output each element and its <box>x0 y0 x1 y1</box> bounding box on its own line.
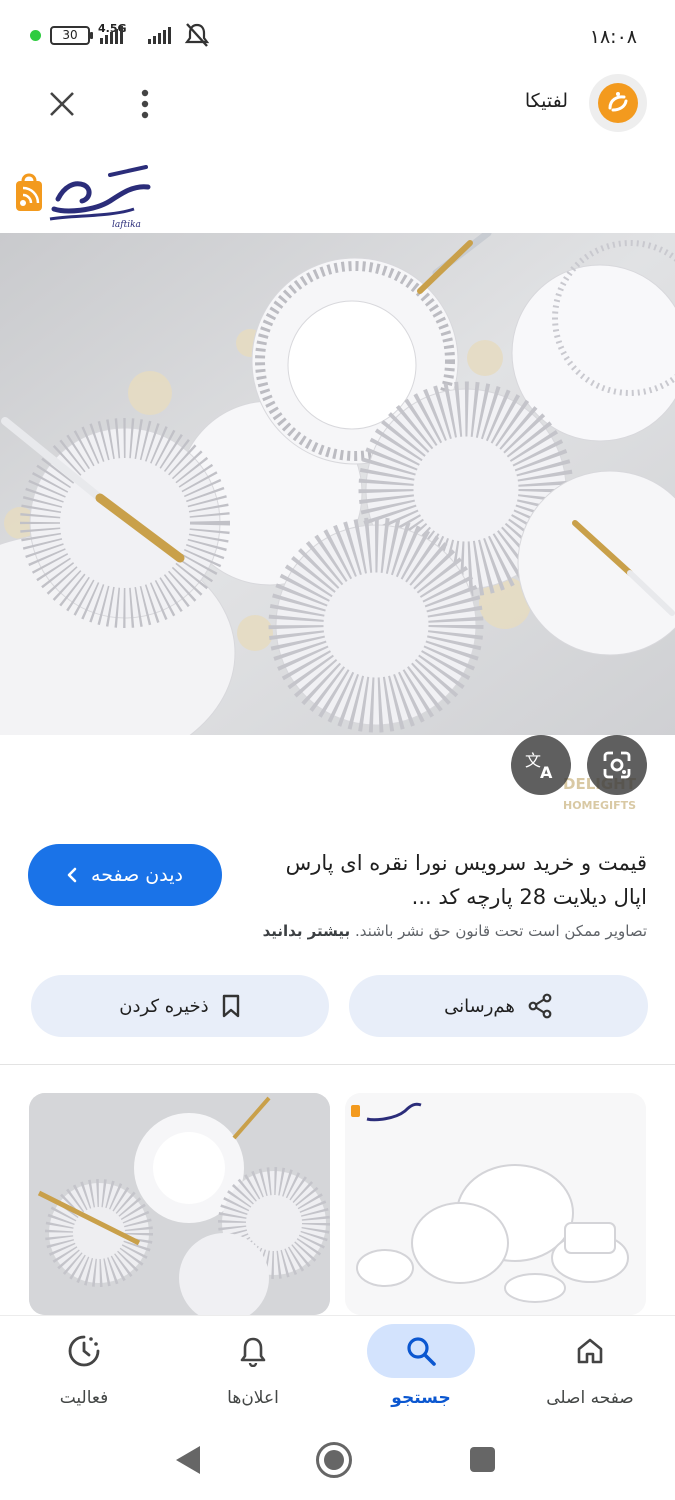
clock: ۱۸:۰۸ <box>589 26 637 48</box>
related-image-2[interactable] <box>345 1093 646 1315</box>
nav-label-search: جستجو <box>391 1388 451 1408</box>
brand-logo: laftika <box>14 163 154 230</box>
activity-icon <box>68 1335 100 1367</box>
chevron-left-icon <box>67 867 77 883</box>
share-label: هم‌رسانی <box>444 995 515 1017</box>
copyright-text: تصاویر ممکن است تحت قانون حق نشر باشند. <box>354 922 647 940</box>
nav-item-notifications[interactable]: اعلان‌ها <box>169 1316 337 1426</box>
result-title[interactable]: قیمت و خرید سرویس نورا نقره ای پارس اپال… <box>277 846 647 914</box>
svg-text:文: 文 <box>525 751 541 770</box>
learn-more-link[interactable]: بیشتر بدانید <box>263 922 351 940</box>
save-button[interactable]: ذخیره کردن <box>31 975 329 1037</box>
favicon-logo-icon <box>598 83 638 123</box>
status-bar: 30 4.5G ۱۸:۰۸ <box>0 0 675 70</box>
share-button[interactable]: هم‌رسانی <box>349 975 648 1037</box>
nav-item-search[interactable]: جستجو <box>337 1316 505 1426</box>
image-preview[interactable]: laftika HOMEGIFTS 文 A <box>0 145 675 825</box>
battery-icon: 30 <box>50 26 93 45</box>
nav-item-activity[interactable]: فعالیت <box>0 1316 168 1426</box>
divider <box>0 1064 675 1065</box>
nav-item-home[interactable]: صفحه اصلی <box>506 1316 674 1426</box>
site-name[interactable]: لفتیکا <box>525 90 568 112</box>
recents-button[interactable] <box>470 1447 495 1472</box>
nav-home-icon-container <box>536 1324 644 1378</box>
signal-icon-2 <box>148 26 171 44</box>
visit-page-button[interactable]: دیدن صفحه <box>28 844 222 906</box>
share-icon <box>528 993 552 1019</box>
back-icon[interactable] <box>172 1443 204 1477</box>
home-dot-icon <box>324 1450 344 1470</box>
svg-text:laftika: laftika <box>112 220 141 229</box>
related-dinner-set-photo <box>345 1093 646 1315</box>
nav-notifications-icon-container <box>199 1324 307 1378</box>
battery-level: 30 <box>62 28 78 42</box>
copyright-notice: تصاویر ممکن است تحت قانون حق نشر باشند. … <box>87 922 647 940</box>
nav-label-notifications: اعلان‌ها <box>227 1388 279 1408</box>
system-navigation-bar <box>0 1425 675 1500</box>
google-lens-icon <box>603 751 631 779</box>
bell-icon <box>240 1337 266 1367</box>
translate-button[interactable]: 文 A <box>511 735 571 795</box>
nav-label-home: صفحه اصلی <box>546 1388 634 1408</box>
lens-search-button[interactable] <box>587 735 647 795</box>
svg-text:A: A <box>540 763 553 780</box>
search-icon <box>407 1337 436 1366</box>
more-options-button[interactable] <box>123 82 167 126</box>
tableware-photo <box>0 233 675 735</box>
bottom-navigation: صفحه اصلی جستجو اعلان‌ها فعالیت <box>0 1315 675 1425</box>
save-label: ذخیره کردن <box>119 995 209 1017</box>
mute-icon <box>184 23 210 47</box>
home-button[interactable] <box>316 1442 352 1478</box>
related-image-1[interactable] <box>29 1093 330 1315</box>
translate-icon: 文 A <box>525 751 553 780</box>
nav-activity-icon-container <box>30 1324 138 1378</box>
signal-icon <box>100 26 123 44</box>
visit-page-label: دیدن صفحه <box>91 864 183 886</box>
related-plates-photo <box>29 1093 330 1315</box>
home-icon <box>577 1338 603 1364</box>
bookmark-icon <box>222 994 239 1018</box>
close-button[interactable] <box>40 82 84 126</box>
top-app-bar: لفتیکا <box>0 70 675 140</box>
nav-label-activity: فعالیت <box>59 1388 109 1408</box>
more-vert-icon <box>141 89 149 119</box>
close-icon <box>50 92 74 116</box>
svg-text:HOMEGIFTS: HOMEGIFTS <box>563 799 636 812</box>
nav-search-icon-container <box>367 1324 475 1378</box>
site-favicon[interactable] <box>589 74 647 132</box>
privacy-indicator-dot <box>30 30 41 41</box>
